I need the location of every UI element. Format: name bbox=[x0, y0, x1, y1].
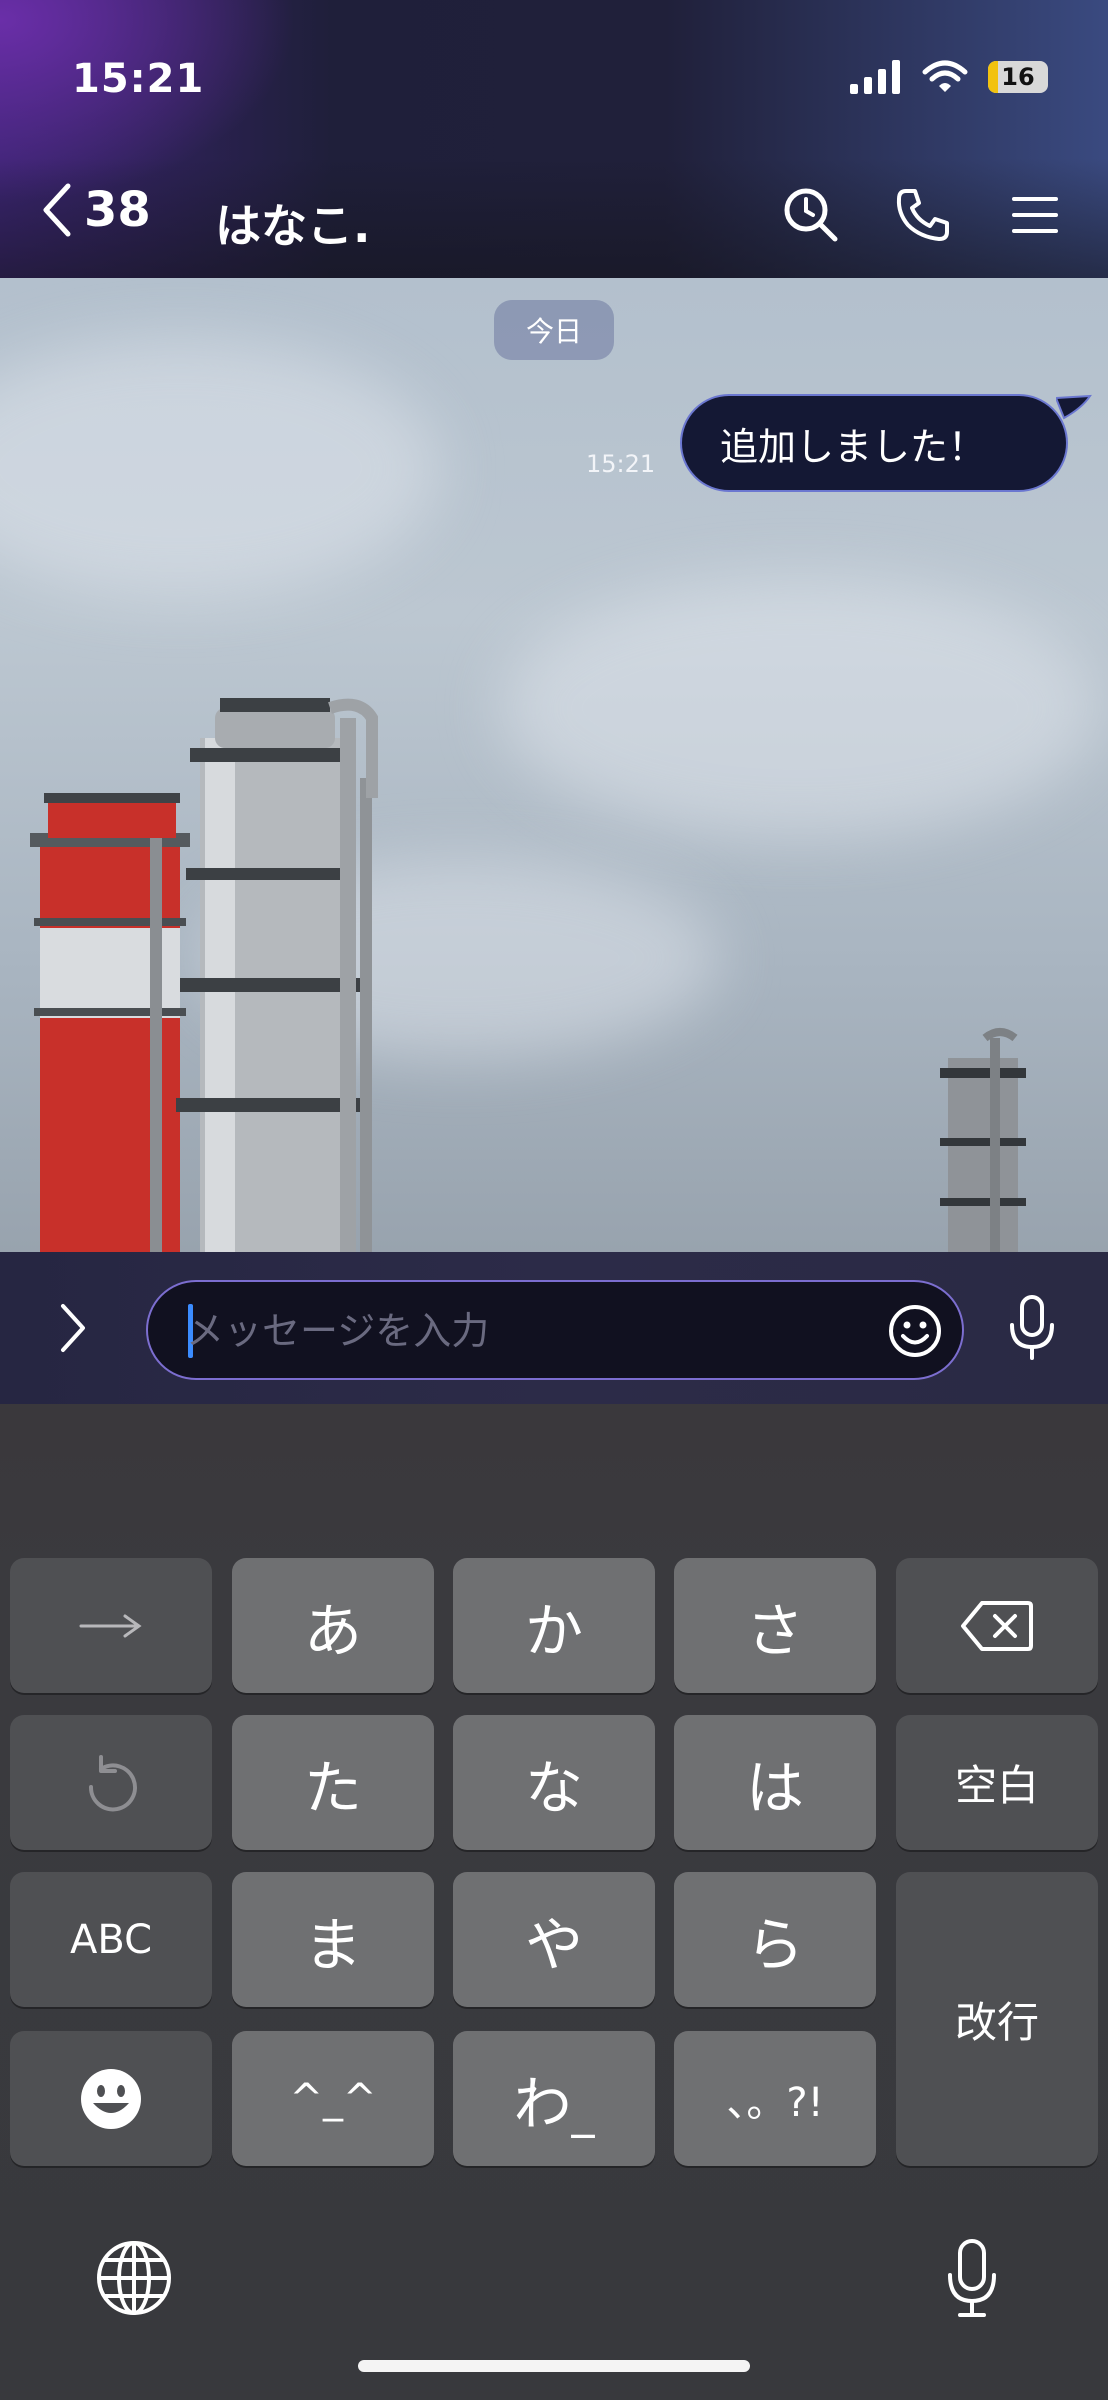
key-abc[interactable]: ABC bbox=[10, 1872, 212, 2007]
battery-indicator: 16 bbox=[988, 61, 1048, 93]
message-timestamp: 15:21 bbox=[586, 450, 656, 478]
globe-icon bbox=[97, 2241, 171, 2315]
nav-bar: 38 はなこ. bbox=[0, 170, 1108, 260]
key-ka[interactable]: か bbox=[453, 1558, 655, 1693]
key-kaomoji[interactable]: ^_^ bbox=[232, 2031, 434, 2166]
voice-input-button[interactable] bbox=[1000, 1295, 1064, 1360]
date-separator: 今日 bbox=[494, 300, 614, 360]
back-button[interactable]: 38 bbox=[40, 182, 151, 238]
wifi-icon bbox=[922, 60, 968, 92]
key-emoji[interactable] bbox=[10, 2031, 212, 2166]
undo-icon bbox=[88, 1754, 137, 1811]
chat-title: はなこ. bbox=[215, 199, 371, 253]
switch-keyboard-button[interactable] bbox=[92, 2236, 176, 2320]
key-ha[interactable]: は bbox=[674, 1715, 876, 1850]
key-wa[interactable]: わ _ bbox=[453, 2031, 655, 2166]
chat-area[interactable]: 今日 15:21 追加しました！ bbox=[0, 278, 1108, 1252]
key-return[interactable]: 改行 bbox=[896, 1872, 1098, 2166]
mic-icon bbox=[948, 2239, 996, 2317]
key-ra[interactable]: ら bbox=[674, 1872, 876, 2007]
key-ya[interactable]: や bbox=[453, 1872, 655, 2007]
menu-icon bbox=[1012, 197, 1058, 233]
message-input[interactable] bbox=[184, 1304, 868, 1358]
key-sa[interactable]: さ bbox=[674, 1558, 876, 1693]
key-a[interactable]: あ bbox=[232, 1558, 434, 1693]
key-punctuation[interactable]: 、。?! bbox=[674, 2031, 876, 2166]
phone-icon bbox=[896, 189, 949, 241]
mic-icon bbox=[1010, 1295, 1054, 1360]
emoji-face-icon bbox=[81, 2068, 141, 2129]
expand-button[interactable] bbox=[40, 1296, 104, 1360]
chat-header: 15:21 16 38 はなこ. bbox=[0, 0, 1108, 278]
status-icons: 16 bbox=[850, 60, 1048, 94]
key-wa-label: わ bbox=[513, 2069, 572, 2138]
back-chevron-icon bbox=[43, 183, 71, 237]
delete-icon bbox=[961, 1600, 1033, 1651]
dictation-button[interactable] bbox=[940, 2236, 1004, 2320]
sent-message-bubble[interactable]: 追加しました！ bbox=[680, 394, 1068, 492]
unread-count: 38 bbox=[84, 182, 151, 238]
signal-icon bbox=[850, 60, 900, 94]
key-space[interactable]: 空白 bbox=[896, 1715, 1098, 1850]
expand-chevron-icon bbox=[61, 1304, 85, 1352]
key-ma[interactable]: ま bbox=[232, 1872, 434, 2007]
search-icon bbox=[784, 188, 838, 242]
call-button[interactable] bbox=[890, 182, 956, 248]
arrow-right-icon bbox=[79, 1614, 142, 1637]
message-text: 追加しました！ bbox=[720, 424, 987, 469]
key-na[interactable]: な bbox=[453, 1715, 655, 1850]
bubble-tail bbox=[1056, 394, 1092, 420]
battery-level: 16 bbox=[1001, 63, 1035, 91]
home-indicator[interactable] bbox=[358, 2360, 750, 2372]
message-input-wrapper bbox=[146, 1280, 964, 1380]
key-ta[interactable]: た bbox=[232, 1715, 434, 1850]
message-composer bbox=[0, 1252, 1108, 1404]
key-next[interactable] bbox=[10, 1558, 212, 1693]
key-undo[interactable] bbox=[10, 1715, 212, 1850]
emoji-icon bbox=[889, 1305, 941, 1357]
menu-button[interactable] bbox=[1002, 182, 1068, 248]
emoji-button[interactable] bbox=[886, 1302, 944, 1360]
status-time: 15:21 bbox=[72, 56, 205, 102]
key-delete[interactable] bbox=[896, 1558, 1098, 1693]
search-button[interactable] bbox=[778, 182, 844, 248]
